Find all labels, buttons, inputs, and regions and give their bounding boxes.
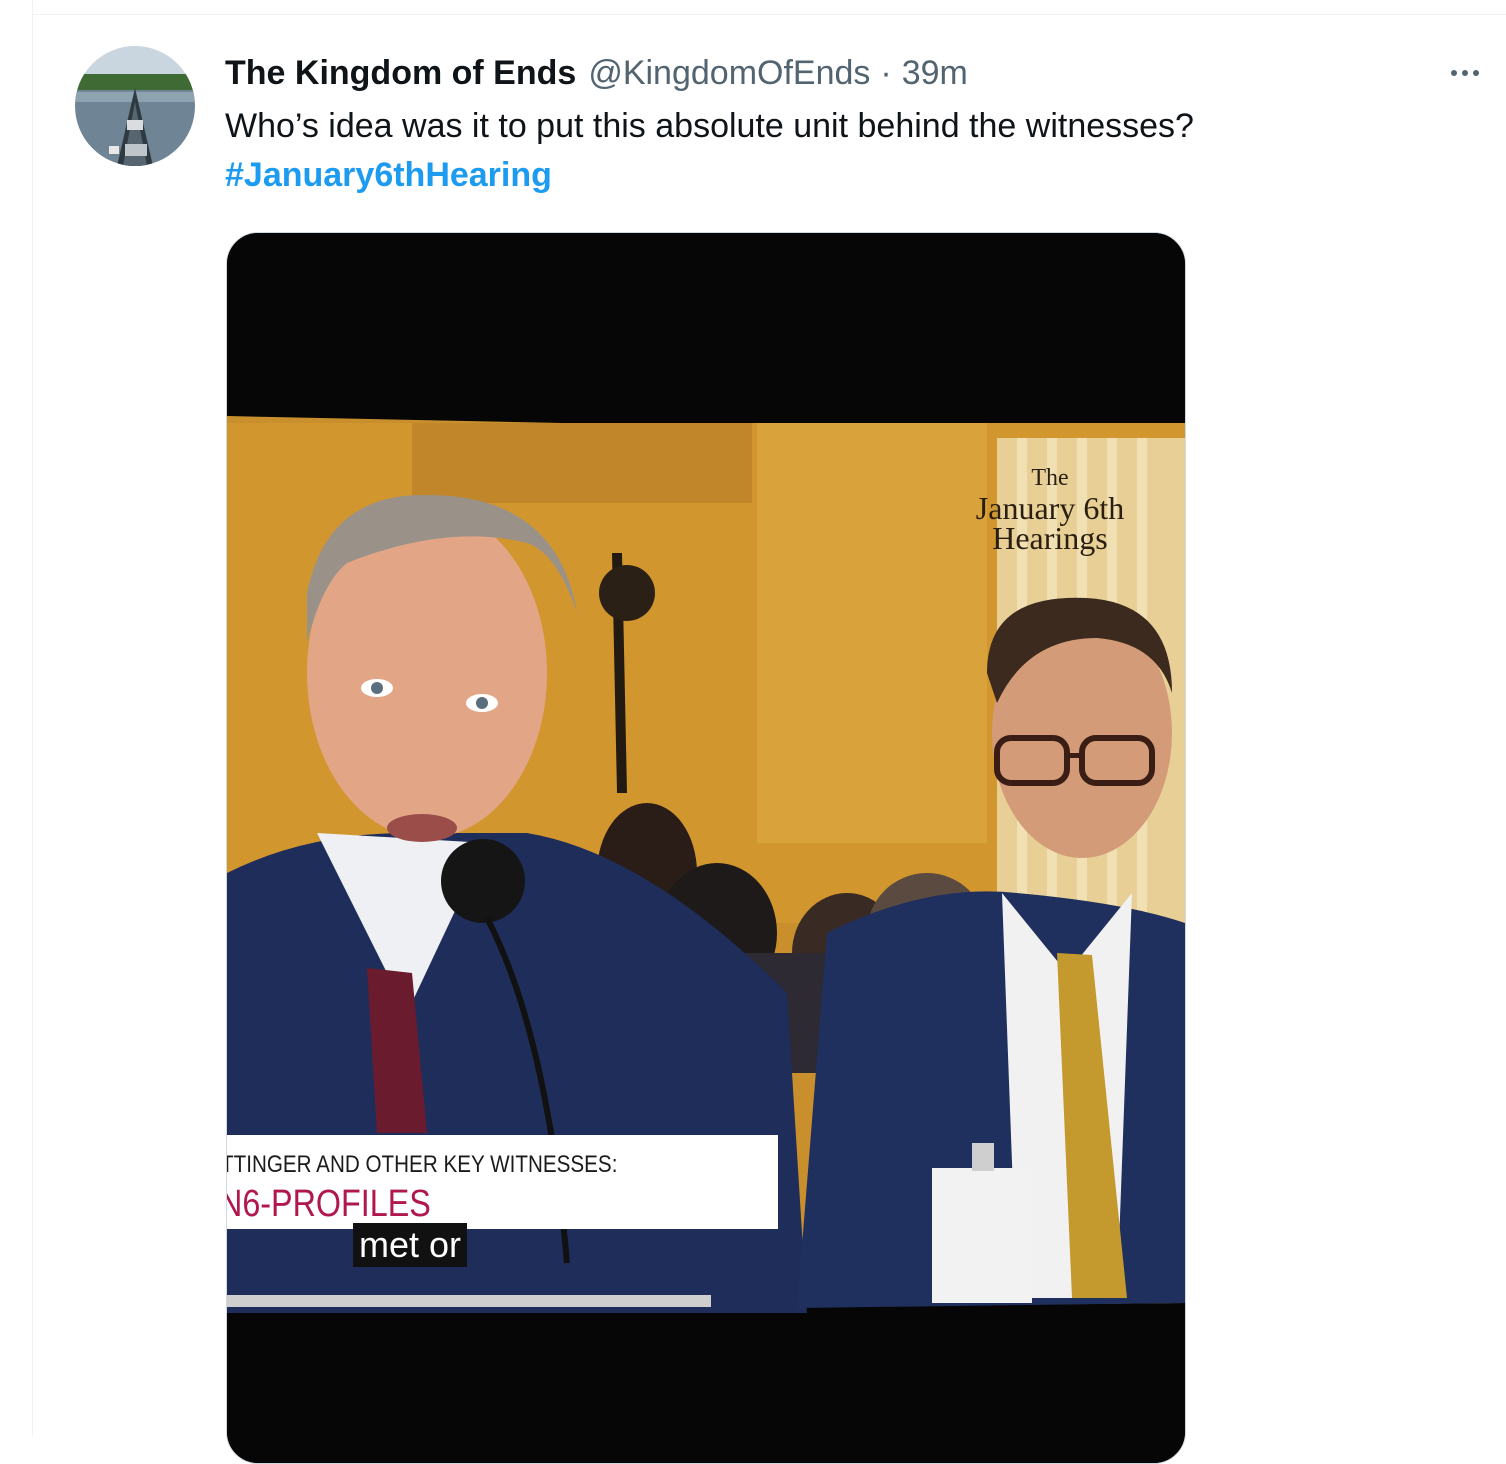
tweet-header: The Kingdom of Ends @KingdomOfEnds · 39m bbox=[225, 51, 968, 95]
hashtag-link[interactable]: #January6thHearing bbox=[225, 151, 552, 200]
more-options-button[interactable] bbox=[1437, 51, 1493, 95]
author-handle[interactable]: @KingdomOfEnds bbox=[588, 51, 870, 95]
author-name[interactable]: The Kingdom of Ends bbox=[225, 51, 576, 95]
timeline-frame: The Kingdom of Ends @KingdomOfEnds · 39m… bbox=[0, 0, 1506, 1464]
tweet[interactable]: The Kingdom of Ends @KingdomOfEnds · 39m… bbox=[33, 15, 1506, 1464]
author-avatar[interactable] bbox=[75, 46, 195, 166]
tv-caption: met or bbox=[353, 1223, 468, 1267]
more-horizontal-icon-dot bbox=[1462, 70, 1468, 76]
overlay-line-the: The bbox=[1031, 465, 1069, 491]
tv-chyron: TTINGER AND OTHER KEY WITNESSES: N6-PROF… bbox=[227, 1135, 778, 1229]
overlay-line-hearings: Hearings bbox=[992, 520, 1108, 556]
chyron-headline: TTINGER AND OTHER KEY WITNESSES: bbox=[226, 1151, 618, 1178]
more-horizontal-icon-dot bbox=[1473, 70, 1479, 76]
hearing-photo bbox=[227, 233, 1185, 1463]
tweet-text-line: Who’s idea was it to put this absolute u… bbox=[225, 107, 1194, 145]
tweet-timestamp[interactable]: 39m bbox=[902, 51, 968, 95]
tweet-media-photo[interactable]: The January 6th Hearings TTINGER AND OTH… bbox=[226, 232, 1186, 1464]
tweet-text: Who’s idea was it to put this absolute u… bbox=[225, 102, 1425, 200]
more-horizontal-icon bbox=[1451, 70, 1457, 76]
hearing-logo-overlay: The January 6th Hearings bbox=[950, 463, 1150, 556]
header-separator: · bbox=[880, 54, 892, 92]
chyron-subline: N6-PROFILES bbox=[226, 1183, 431, 1225]
avatar-photo bbox=[75, 46, 195, 166]
overlay-line-january: January 6th bbox=[975, 490, 1125, 526]
